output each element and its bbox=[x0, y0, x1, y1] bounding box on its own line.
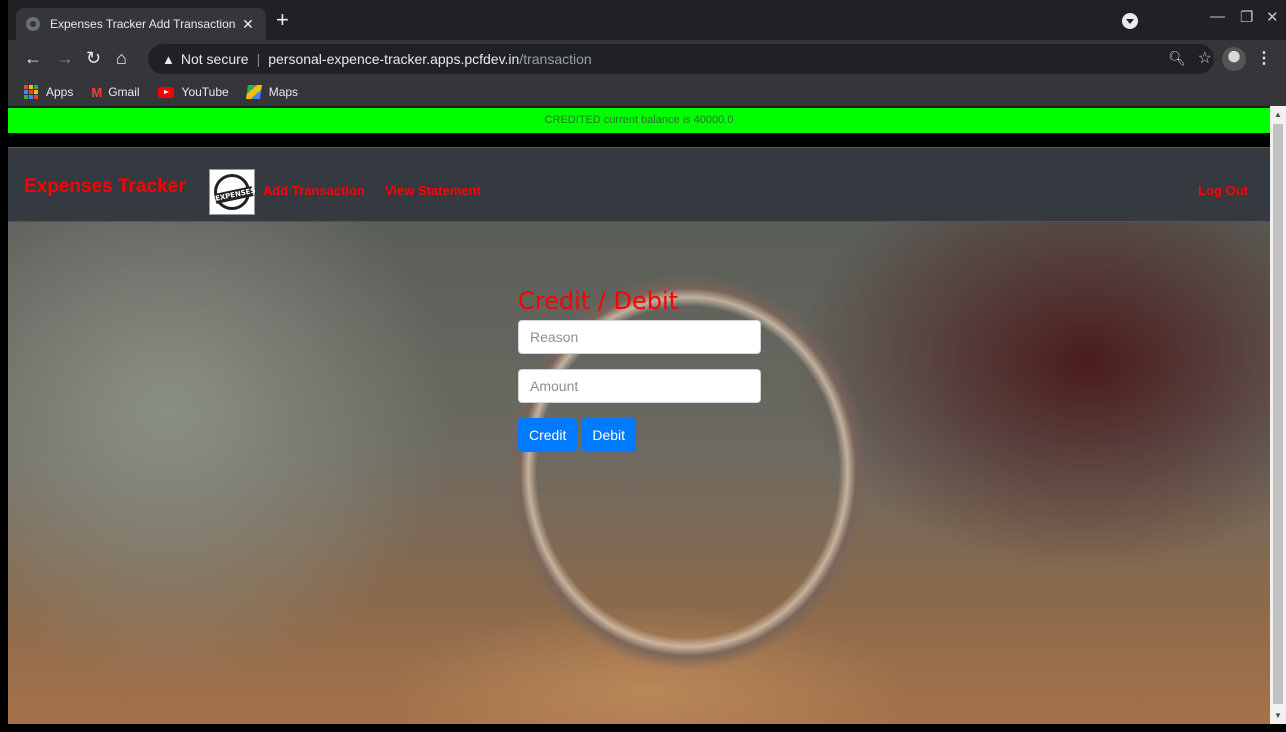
expenses-logo: EXPENSES bbox=[209, 169, 257, 215]
new-tab-button[interactable]: + bbox=[276, 9, 289, 31]
logo-text: EXPENSES bbox=[214, 186, 257, 204]
maps-icon bbox=[245, 85, 262, 99]
bookmark-label: Apps bbox=[46, 85, 74, 99]
scroll-thumb[interactable] bbox=[1273, 124, 1283, 704]
form-actions: Credit Debit bbox=[518, 418, 762, 452]
logout-link[interactable]: Log Out bbox=[1198, 183, 1248, 198]
browser-tab[interactable]: Expenses Tracker Add Transaction ✕ bbox=[16, 8, 266, 40]
tab-search-icon[interactable] bbox=[1122, 13, 1138, 29]
nav-add-transaction[interactable]: Add Transaction bbox=[263, 183, 365, 198]
amount-input[interactable] bbox=[518, 369, 761, 403]
nav-view-statement[interactable]: View Statement bbox=[385, 183, 481, 198]
scroll-down-icon[interactable]: ▼ bbox=[1274, 711, 1282, 720]
url-path: /transaction bbox=[519, 51, 592, 67]
page-scrollbar[interactable]: ▲ ▼ bbox=[1270, 106, 1286, 724]
bookmark-label: YouTube bbox=[181, 85, 229, 99]
site-navbar: Expenses Tracker EXPENSES Add Transactio… bbox=[8, 147, 1270, 222]
forward-icon[interactable]: → bbox=[56, 48, 74, 69]
brand-title[interactable]: Expenses Tracker bbox=[24, 176, 186, 198]
debit-button[interactable]: Debit bbox=[581, 418, 637, 452]
logo-seal: EXPENSES bbox=[214, 174, 257, 210]
bookmark-apps[interactable]: Apps bbox=[24, 85, 73, 99]
minimize-icon[interactable]: — bbox=[1210, 8, 1225, 25]
separator: | bbox=[256, 51, 261, 67]
scroll-up-icon[interactable]: ▲ bbox=[1274, 110, 1282, 119]
address-bar[interactable]: ▲ Not secure | personal-expence-tracker.… bbox=[148, 44, 1214, 74]
zoom-icon[interactable]: 🔍︎ bbox=[1168, 50, 1186, 67]
transaction-form: Credit / Debit Credit Debit bbox=[518, 282, 762, 452]
divider bbox=[8, 133, 1270, 147]
bookmark-gmail[interactable]: M Gmail bbox=[91, 85, 139, 100]
bookmarks-bar: Apps M Gmail YouTube Maps bbox=[8, 78, 1286, 106]
window-close-icon[interactable]: ✕ bbox=[1266, 8, 1279, 26]
balance-alert: CREDITED current balance is 40000.0 bbox=[8, 108, 1270, 133]
form-title: Credit / Debit bbox=[518, 287, 679, 315]
bookmark-maps[interactable]: Maps bbox=[245, 85, 299, 99]
close-icon[interactable]: ✕ bbox=[240, 16, 256, 33]
bookmark-youtube[interactable]: YouTube bbox=[157, 85, 229, 99]
reason-input[interactable] bbox=[518, 320, 761, 354]
gmail-icon: M bbox=[91, 84, 103, 100]
not-secure-label: Not secure bbox=[180, 51, 249, 67]
credit-button[interactable]: Credit bbox=[518, 418, 578, 452]
reload-icon[interactable]: ↻ bbox=[86, 48, 101, 69]
bookmark-label: Maps bbox=[268, 85, 299, 99]
menu-icon[interactable]: ⋮ bbox=[1256, 48, 1272, 68]
back-icon[interactable]: ← bbox=[24, 48, 42, 69]
bookmark-label: Gmail bbox=[108, 85, 140, 99]
web-page: CREDITED current balance is 40000.0 Expe… bbox=[8, 106, 1270, 724]
tab-title: Expenses Tracker Add Transaction bbox=[50, 17, 236, 31]
restore-icon[interactable]: ❐ bbox=[1240, 8, 1253, 26]
youtube-icon bbox=[157, 86, 174, 98]
globe-icon bbox=[26, 17, 40, 31]
profile-avatar[interactable] bbox=[1222, 47, 1246, 71]
browser-tab-bar: Expenses Tracker Add Transaction ✕ + — ❐… bbox=[8, 0, 1286, 40]
url-host: personal-expence-tracker.apps.pcfdev.in bbox=[268, 51, 520, 67]
bookmark-star-icon[interactable]: ☆ bbox=[1198, 48, 1212, 68]
home-icon[interactable]: ⌂ bbox=[116, 48, 127, 69]
apps-grid-icon bbox=[24, 85, 38, 99]
browser-toolbar: ← → ↻ ⌂ ▲ Not secure | personal-expence-… bbox=[8, 40, 1286, 78]
warning-icon: ▲ bbox=[162, 51, 175, 67]
